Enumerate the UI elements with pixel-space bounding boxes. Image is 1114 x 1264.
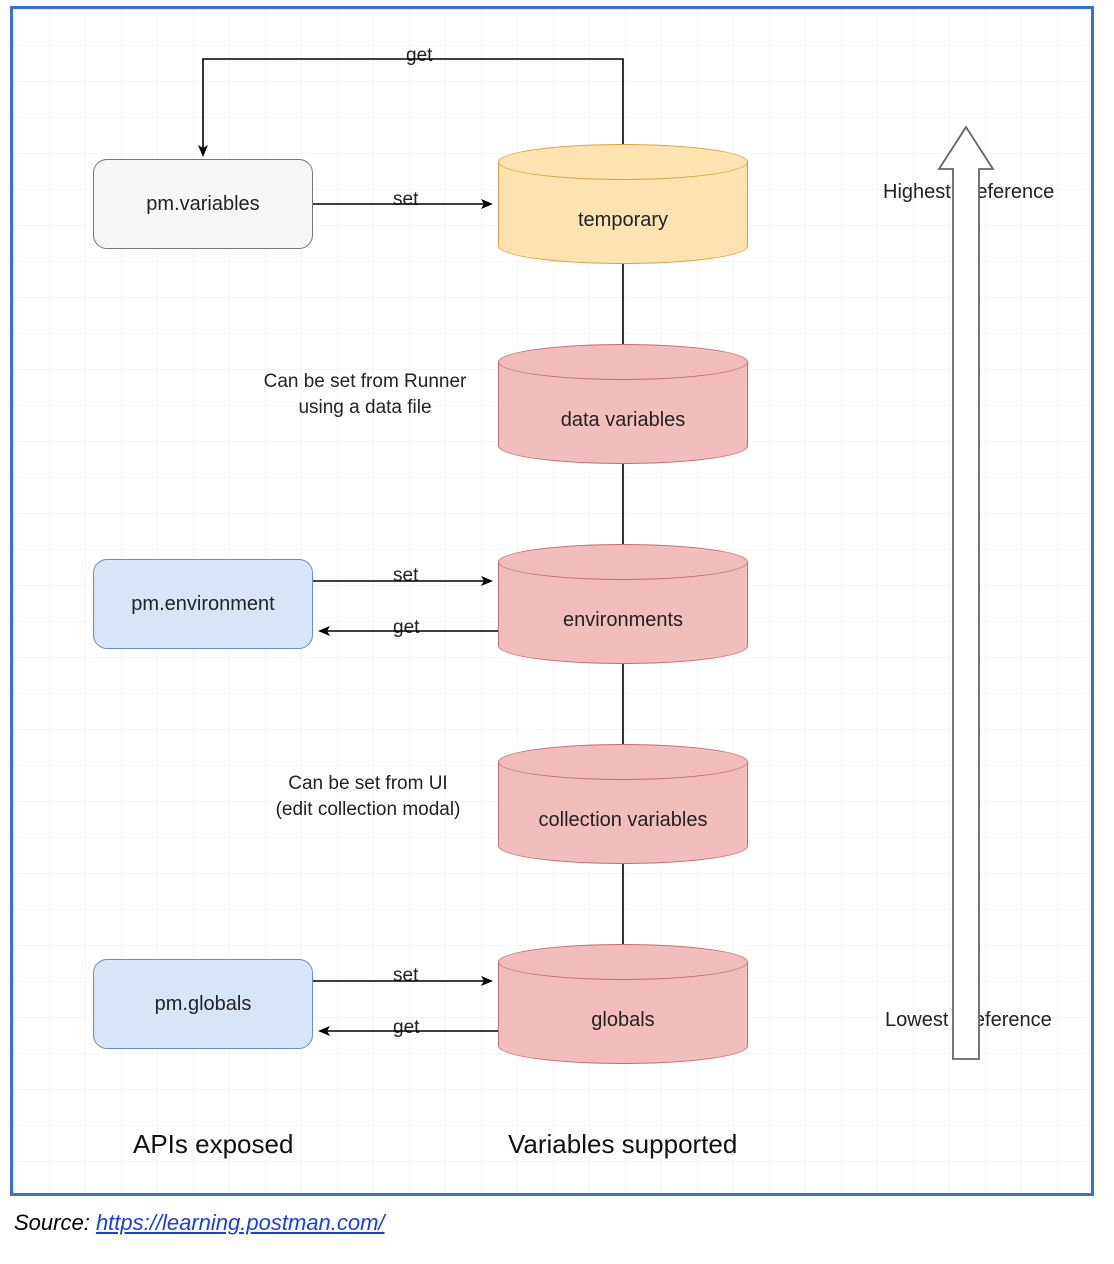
edge-label-get-environments: get	[393, 617, 419, 639]
api-box-pm-globals: pm.globals	[93, 959, 313, 1049]
scope-cylinder-temporary: temporary	[498, 144, 748, 264]
note-data-variables: Can be set from Runner using a data file	[240, 369, 490, 420]
api-label: pm.variables	[146, 193, 259, 216]
scope-cylinder-collection-variables: collection variables	[498, 744, 748, 864]
preference-lowest-label: Lowest Preference	[885, 1009, 1052, 1032]
edge-label-set-globals: set	[393, 965, 418, 987]
scope-label: globals	[591, 1009, 654, 1032]
source-link[interactable]: https://learning.postman.com/	[96, 1210, 385, 1235]
preference-highest-label: Highest Preference	[883, 181, 1054, 204]
api-box-pm-environment: pm.environment	[93, 559, 313, 649]
preference-arrow-icon	[939, 127, 993, 1059]
scope-cylinder-globals: globals	[498, 944, 748, 1064]
edge-label-set-environments: set	[393, 565, 418, 587]
scope-label: collection variables	[539, 809, 708, 832]
source-citation: Source: https://learning.postman.com/	[14, 1210, 1114, 1236]
api-box-pm-variables: pm.variables	[93, 159, 313, 249]
edge-label-get-globals: get	[393, 1017, 419, 1039]
api-label: pm.environment	[131, 593, 274, 616]
scope-label: temporary	[578, 209, 668, 232]
diagram-canvas: pm.variables pm.environment pm.globals t…	[10, 6, 1094, 1196]
edge-label-get-top: get	[406, 45, 432, 67]
scope-cylinder-environments: environments	[498, 544, 748, 664]
note-collection-variables: Can be set from UI (edit collection moda…	[248, 771, 488, 822]
source-prefix: Source:	[14, 1210, 96, 1235]
edge-label-set-temporary: set	[393, 189, 418, 211]
api-label: pm.globals	[155, 993, 252, 1016]
scope-cylinder-data-variables: data variables	[498, 344, 748, 464]
heading-apis-exposed: APIs exposed	[133, 1129, 293, 1160]
scope-label: environments	[563, 609, 683, 632]
scope-label: data variables	[561, 409, 686, 432]
heading-variables-supported: Variables supported	[508, 1129, 737, 1160]
